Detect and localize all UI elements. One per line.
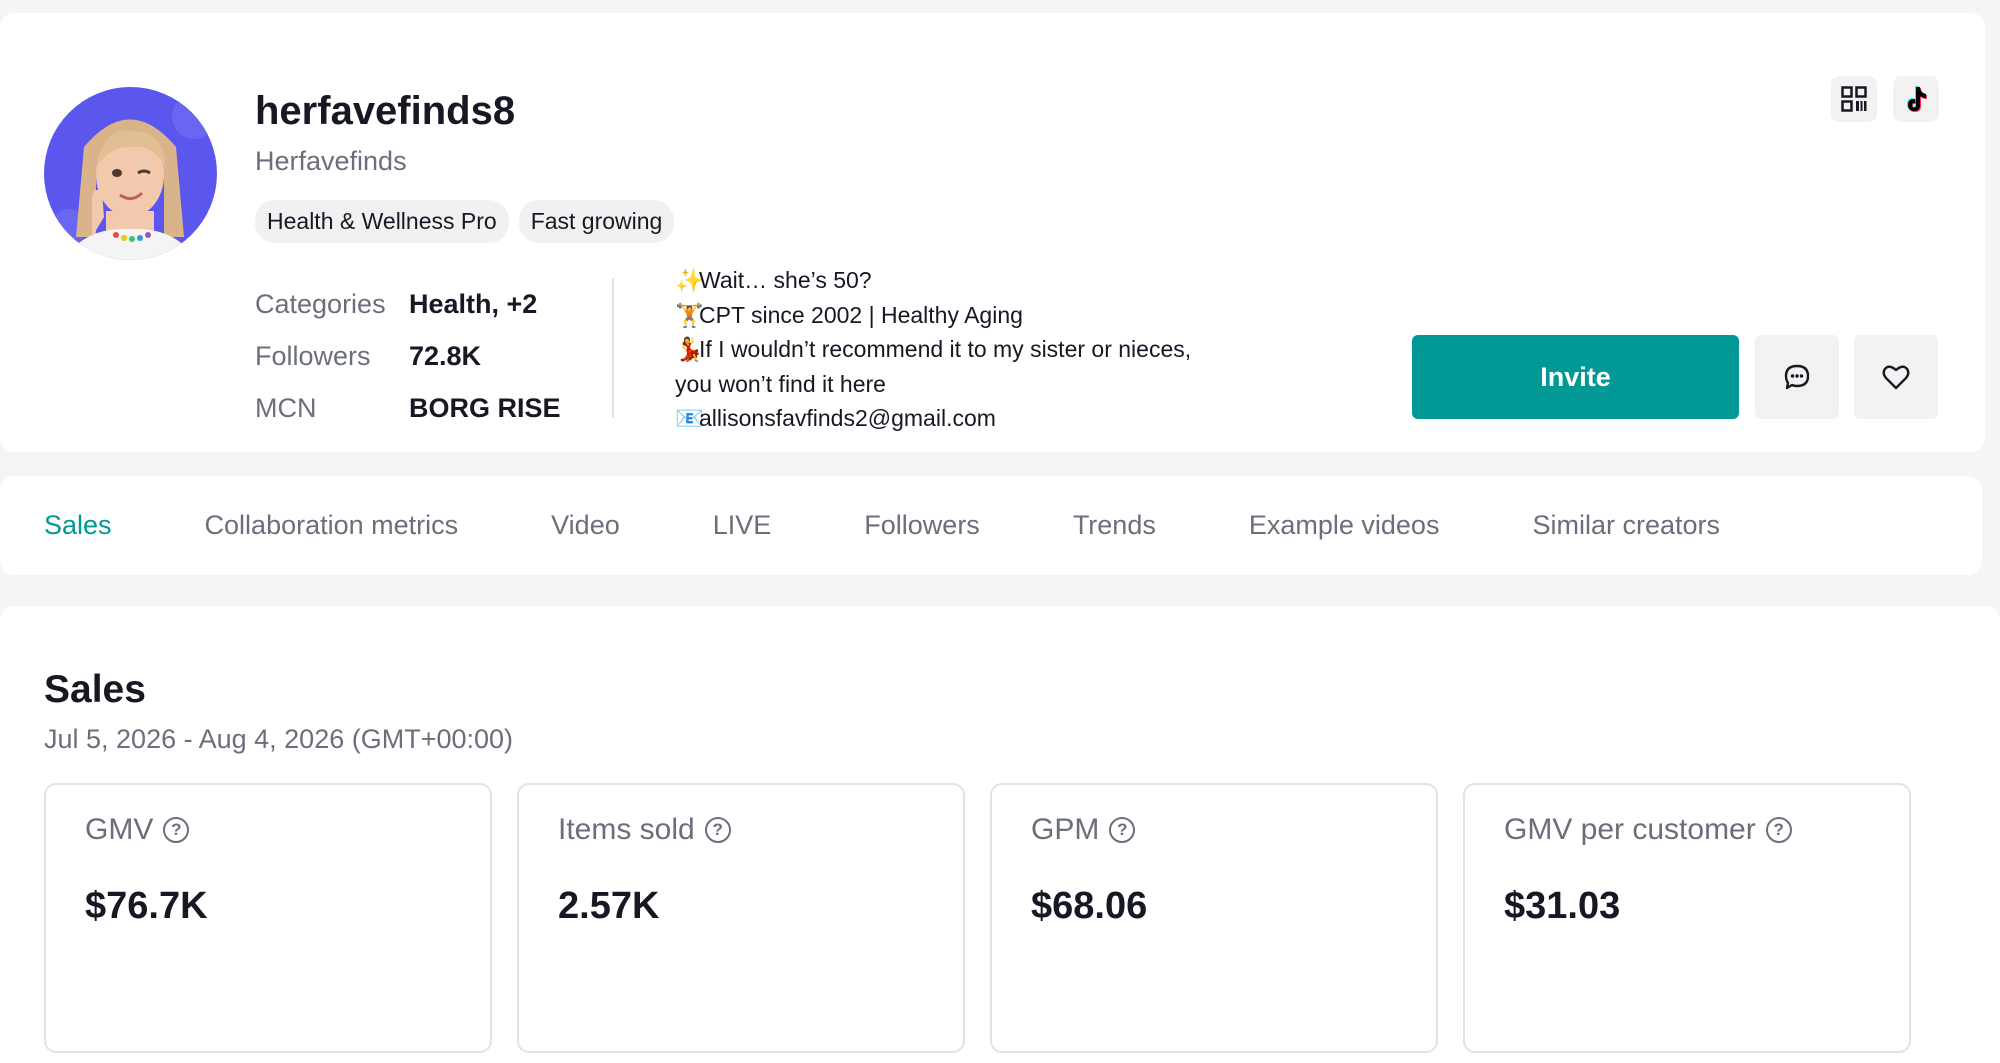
meta-label: Followers <box>255 340 371 371</box>
dancer-icon: 💃 <box>675 336 704 362</box>
meta-row-categories: Categories Health, +2 <box>255 278 561 330</box>
help-icon[interactable]: ? <box>1765 817 1792 843</box>
avatar[interactable] <box>44 87 217 260</box>
metric-value: $76.7K <box>85 885 208 927</box>
tab-live[interactable]: LIVE <box>713 510 772 541</box>
profile-card: herfavefinds8 Herfavefinds Health & Well… <box>0 13 1985 452</box>
heart-icon <box>1882 365 1910 390</box>
section-title: Sales <box>44 668 146 711</box>
metric-card-gmv: GMV? $76.7K <box>44 783 492 1053</box>
metric-value: $31.03 <box>1504 885 1621 927</box>
qr-code-icon[interactable] <box>1831 76 1877 122</box>
sales-card: Sales Jul 5, 2026 - Aug 4, 2026 (GMT+00:… <box>0 606 2000 1063</box>
bio-line: 💃If I wouldn’t recommend it to my sister… <box>675 332 1235 367</box>
tab-followers[interactable]: Followers <box>864 510 980 541</box>
meta-row-followers: Followers 72.8K <box>255 330 561 382</box>
message-button[interactable] <box>1755 335 1839 419</box>
tab-collaboration-metrics[interactable]: Collaboration metrics <box>205 510 459 541</box>
help-icon[interactable]: ? <box>1109 817 1136 843</box>
tab-example-videos[interactable]: Example videos <box>1249 510 1440 541</box>
top-icons <box>1831 76 1939 122</box>
tabs-card: Sales Collaboration metrics Video LIVE F… <box>0 476 1982 575</box>
help-icon[interactable]: ? <box>704 817 731 843</box>
metric-cards: GMV? $76.7K Items sold? 2.57K GPM? $68.0… <box>44 783 1911 1053</box>
metric-card-items-sold: Items sold? 2.57K <box>517 783 965 1053</box>
bio-line: 📧allisonsfavfinds2@gmail.com <box>675 401 1235 436</box>
divider <box>612 278 614 418</box>
date-range: Jul 5, 2026 - Aug 4, 2026 (GMT+00:00) <box>44 724 514 754</box>
email-icon: 📧 <box>675 405 704 431</box>
metric-label: GMV? <box>85 813 190 847</box>
meta-label: MCN <box>255 392 317 423</box>
tab-similar-creators[interactable]: Similar creators <box>1532 510 1720 541</box>
tab-video[interactable]: Video <box>551 510 620 541</box>
tab-sales[interactable]: Sales <box>44 510 112 541</box>
metric-card-gmv-per-customer: GMV per customer? $31.03 <box>1463 783 1911 1053</box>
meta-label: Categories <box>255 288 386 319</box>
badge-health-wellness-pro: Health & Wellness Pro <box>255 200 509 243</box>
help-icon[interactable]: ? <box>163 817 190 843</box>
metric-value: 2.57K <box>558 885 660 927</box>
badge-list: Health & Wellness Pro Fast growing <box>255 200 675 243</box>
metric-label: GPM? <box>1031 813 1136 847</box>
bio-line: 🏋CPT since 2002 | Healthy Aging <box>675 298 1235 333</box>
tab-trends[interactable]: Trends <box>1073 510 1156 541</box>
message-icon <box>1784 364 1810 390</box>
badge-fast-growing: Fast growing <box>518 200 675 243</box>
bio: ✨Wait… she’s 50? 🏋CPT since 2002 | Healt… <box>675 263 1235 436</box>
metric-card-gpm: GPM? $68.06 <box>990 783 1438 1053</box>
meta-value[interactable]: Health, +2 <box>409 289 537 320</box>
metric-label: Items sold? <box>558 813 731 847</box>
bio-line: you won’t find it here <box>675 370 886 397</box>
meta-value: 72.8K <box>409 340 482 371</box>
creator-meta: Categories Health, +2 Followers 72.8K MC… <box>255 278 561 434</box>
sparkles-icon: ✨ <box>675 267 704 293</box>
username: herfavefinds8 <box>255 89 516 133</box>
bio-line: ✨Wait… she’s 50? <box>675 263 1235 298</box>
meta-row-mcn: MCN BORG RISE <box>255 382 561 434</box>
tiktok-icon[interactable] <box>1893 76 1939 122</box>
nickname: Herfavefinds <box>255 146 407 176</box>
metric-value: $68.06 <box>1031 885 1148 927</box>
weightlifter-icon: 🏋 <box>675 301 704 328</box>
metric-label: GMV per customer? <box>1504 813 1792 847</box>
favorite-button[interactable] <box>1854 335 1938 419</box>
invite-button[interactable]: Invite <box>1412 335 1739 419</box>
tab-bar: Sales Collaboration metrics Video LIVE F… <box>44 476 1813 575</box>
meta-value: BORG RISE <box>409 392 561 423</box>
